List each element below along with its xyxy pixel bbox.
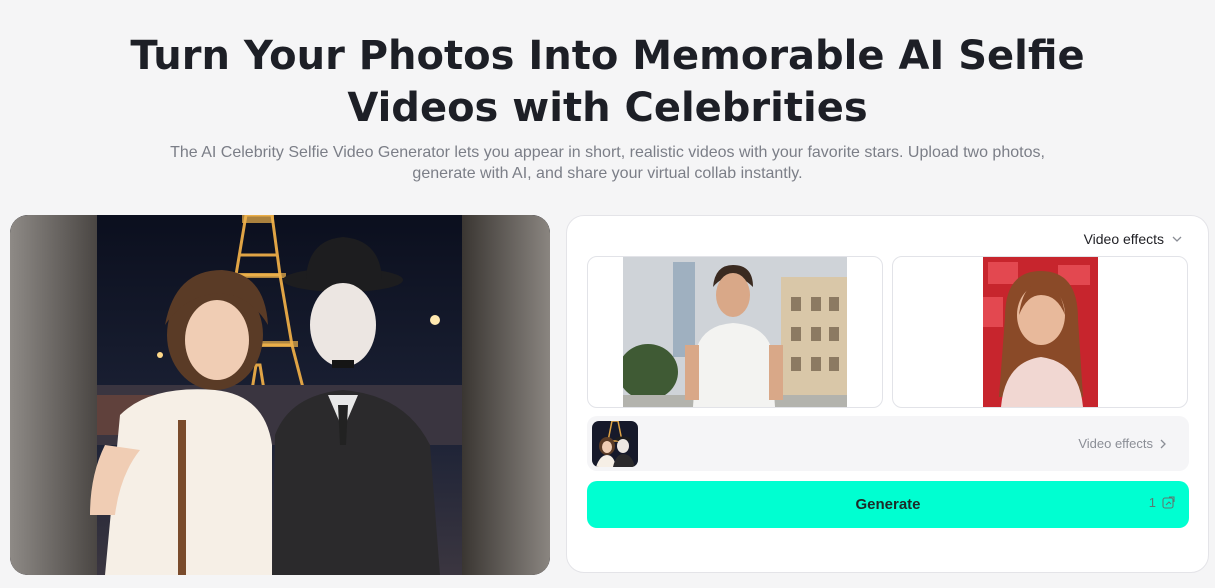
preview-image (10, 215, 550, 575)
page-title-line-2: Videos with Celebrities (347, 85, 868, 131)
chevron-right-icon (1160, 439, 1166, 448)
upload-slot-your-photo[interactable] (587, 256, 883, 408)
page-subtitle-line-1: The AI Celebrity Selfie Video Generator … (170, 144, 1045, 161)
video-effects-row[interactable]: Video effects (587, 416, 1189, 471)
credits-count: 1 (1148, 495, 1156, 510)
generator-panel: Video effects Video effects Generate 1 (566, 215, 1209, 573)
generate-button-label: Generate (855, 496, 921, 513)
page-title-line-1: Turn Your Photos Into Memorable AI Selfi… (130, 33, 1085, 79)
uploaded-photo-woman (983, 257, 1098, 407)
video-effects-link-label: Video effects (1078, 436, 1153, 451)
video-effects-dropdown-label: Video effects (1083, 231, 1164, 247)
page-subtitle-line-2: generate with AI, and share your virtual… (412, 165, 803, 182)
effect-thumbnail (592, 421, 638, 467)
credits-cost: 1 (1149, 495, 1175, 510)
credit-icon (1162, 496, 1175, 509)
generate-button[interactable]: Generate 1 (587, 481, 1189, 528)
uploaded-photo-man (623, 257, 847, 407)
page-subtitle: The AI Celebrity Selfie Video Generator … (130, 142, 1085, 184)
video-effects-link[interactable]: Video effects (1078, 436, 1167, 451)
upload-slot-celebrity-photo[interactable] (892, 256, 1188, 408)
video-effects-dropdown[interactable]: Video effects (1084, 228, 1182, 250)
page-title: Turn Your Photos Into Memorable AI Selfi… (0, 30, 1215, 134)
chevron-down-icon (1172, 236, 1182, 242)
